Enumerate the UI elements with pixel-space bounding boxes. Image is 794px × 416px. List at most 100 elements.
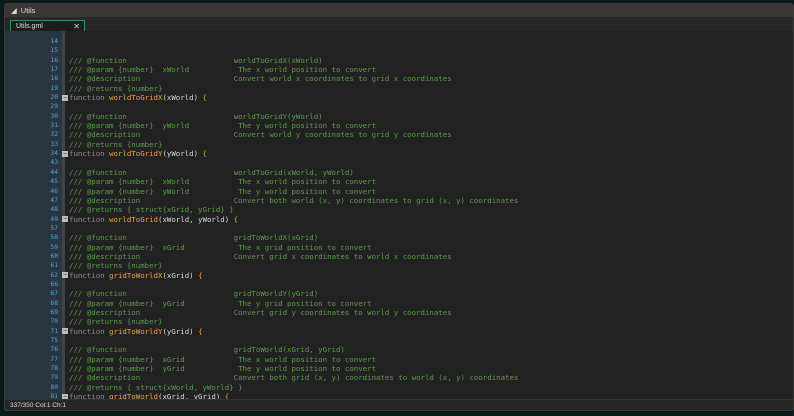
parameters: (xGrid): [162, 270, 199, 280]
code-line[interactable]: 30 /// @function worldToGridY(yWorld): [5, 112, 793, 121]
line-number: 44: [50, 168, 58, 176]
code-line[interactable]: 17 /// @param {number} xWorld The x world…: [5, 65, 793, 74]
code-line[interactable]: 79 /// @description Convert both grid (x,…: [5, 373, 793, 382]
code-line[interactable]: 32 /// @description Convert world y coord…: [5, 130, 793, 139]
code-line[interactable]: 59 /// @param {number} xGrid The x grid p…: [5, 243, 793, 252]
code-text: /// @param {number} xGrid The x world po…: [69, 354, 377, 364]
code-line[interactable]: 68 /// @param {number} yGrid The y grid p…: [5, 299, 793, 308]
function-name: gridToWorldY: [109, 326, 163, 336]
code-line[interactable]: 71− function gridToWorldY(yGrid) {: [5, 327, 793, 336]
code-line[interactable]: 48 /// @returns { struct{xGrid, yGrid} }: [5, 205, 793, 214]
collapse-triangle-icon[interactable]: ◢: [11, 4, 17, 17]
line-number: 59: [50, 243, 58, 251]
code-line[interactable]: 69 /// @description Convert grid y coordi…: [5, 308, 793, 317]
code-line[interactable]: 76 /// @function gridToWorld(xGrid, yGrid…: [5, 345, 793, 354]
code-line[interactable]: 81− function gridToWorld(xGrid, yGrid) {: [5, 392, 793, 399]
brace: {: [224, 392, 230, 399]
line-number: 29: [50, 103, 58, 111]
code-text: function gridToWorld(xGrid, yGrid) {: [69, 392, 229, 399]
code-text: /// @description Convert both grid (x, y…: [69, 373, 519, 383]
line-number: 70: [50, 318, 58, 326]
line-number: 14: [50, 38, 58, 45]
line-number: 66: [50, 280, 58, 288]
code-text: /// @description Convert both world (x, …: [69, 195, 519, 205]
parameters: (xWorld, yWorld): [158, 214, 234, 224]
line-number: 15: [50, 47, 58, 55]
code-line[interactable]: 61 /// @returns {number}: [5, 261, 793, 270]
code-line[interactable]: 60 /// @description Convert grid x coordi…: [5, 252, 793, 261]
code-editor-window: ◢ Utils Utils.gml ✕ 14 15 16 /// @function …: [4, 3, 794, 411]
parameters: (yWorld): [162, 149, 203, 159]
code-text: /// @returns { struct{xWorld, yWorld} }: [69, 382, 243, 392]
code-lines[interactable]: 14 15 16 /// @function worldToGridX(xWorld)…: [5, 37, 793, 399]
code-line[interactable]: 47 /// @description Convert both world (x…: [5, 196, 793, 205]
code-line[interactable]: 49− function worldToGrid(xWorld, yWorld) …: [5, 215, 793, 224]
line-number: 20: [50, 94, 58, 102]
fold-toggle-icon[interactable]: −: [62, 150, 68, 157]
line-number: 30: [50, 112, 58, 120]
line-number: 47: [50, 196, 58, 204]
line-number: 19: [50, 84, 58, 92]
code-text: /// @returns {number}: [69, 139, 163, 149]
fold-toggle-icon[interactable]: −: [62, 216, 68, 223]
code-text: /// @param {number} yGrid The y grid pos…: [69, 298, 372, 308]
function-name: gridToWorld: [109, 392, 158, 399]
code-line[interactable]: 34− function worldToGridY(yWorld) {: [5, 149, 793, 158]
code-line[interactable]: 19 /// @returns {number}: [5, 84, 793, 93]
code-text: /// @function gridToWorld(xGrid, yGrid): [69, 345, 345, 355]
code-line[interactable]: 14: [5, 37, 793, 46]
parameters: (xWorld): [162, 93, 203, 103]
code-line[interactable]: 77 /// @param {number} xGrid The x world …: [5, 355, 793, 364]
code-line[interactable]: 46 /// @param {number} yWorld The y world…: [5, 187, 793, 196]
function-name: gridToWorldX: [109, 270, 163, 280]
code-text: /// @function worldToGridY(yWorld): [69, 111, 323, 121]
parameters: (yGrid): [162, 326, 199, 336]
code-editor[interactable]: 14 15 16 /// @function worldToGridX(xWorld)…: [5, 31, 793, 399]
code-text: /// @param {number} xWorld The x world p…: [69, 65, 377, 75]
code-line[interactable]: 31 /// @param {number} yWorld The y world…: [5, 121, 793, 130]
line-number: 49: [50, 215, 58, 223]
code-text: /// @function gridToWorldX(xGrid): [69, 233, 319, 243]
line-number: 67: [50, 290, 58, 298]
code-line[interactable]: 58 /// @function gridToWorldX(xGrid): [5, 233, 793, 242]
code-line[interactable]: 18 /// @description Convert world x coord…: [5, 74, 793, 83]
fold-toggle-icon[interactable]: −: [62, 328, 68, 335]
code-line[interactable]: 75: [5, 336, 793, 345]
code-line[interactable]: 15: [5, 46, 793, 55]
code-line[interactable]: 70 /// @returns {number}: [5, 317, 793, 326]
code-line[interactable]: 43: [5, 158, 793, 167]
parameters: (xGrid, yGrid): [158, 392, 225, 399]
window-titlebar[interactable]: ◢ Utils: [5, 4, 793, 17]
code-line[interactable]: 57: [5, 224, 793, 233]
code-line[interactable]: 45 /// @param {number} xWorld The x world…: [5, 177, 793, 186]
keyword: function: [69, 214, 110, 224]
code-line[interactable]: 78 /// @param {number} yGrid The y world …: [5, 364, 793, 373]
line-number: 76: [50, 346, 58, 354]
code-line[interactable]: 62− function gridToWorldX(xGrid) {: [5, 271, 793, 280]
code-line[interactable]: 66: [5, 280, 793, 289]
code-text: function gridToWorldY(yGrid) {: [69, 327, 203, 336]
code-text: function worldToGridX(xWorld) {: [69, 93, 207, 102]
code-line[interactable]: 16 /// @function worldToGridX(xWorld): [5, 56, 793, 65]
code-text: /// @function worldToGrid(xWorld, yWorld…: [69, 167, 354, 177]
code-line[interactable]: 80 /// @returns { struct{xWorld, yWorld} …: [5, 383, 793, 392]
line-number: 17: [50, 66, 58, 74]
code-line[interactable]: 44 /// @function worldToGrid(xWorld, yWor…: [5, 168, 793, 177]
brace: {: [202, 149, 207, 159]
code-text: /// @param {number} yGrid The y world po…: [69, 364, 377, 374]
line-number: 16: [50, 56, 58, 64]
code-text: /// @returns {number}: [69, 83, 163, 93]
keyword: function: [69, 326, 110, 336]
code-line[interactable]: 33 /// @returns {number}: [5, 140, 793, 149]
line-number: 61: [50, 262, 58, 270]
line-number: 77: [50, 355, 58, 363]
fold-toggle-icon[interactable]: −: [62, 272, 68, 279]
line-number: 71: [50, 327, 58, 335]
code-line[interactable]: 20− function worldToGridX(xWorld) {: [5, 93, 793, 102]
line-number: 31: [50, 122, 58, 130]
code-line[interactable]: 29: [5, 102, 793, 111]
fold-toggle-icon[interactable]: −: [62, 94, 68, 101]
keyword: function: [69, 270, 110, 280]
code-line[interactable]: 67 /// @function gridToWorldY(yGrid): [5, 289, 793, 298]
window-title: Utils: [20, 6, 36, 15]
